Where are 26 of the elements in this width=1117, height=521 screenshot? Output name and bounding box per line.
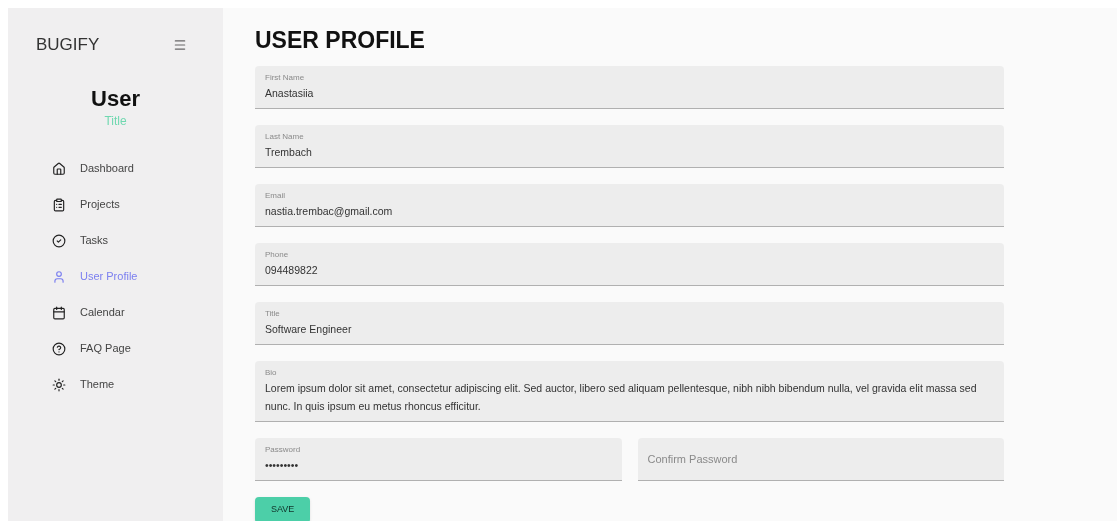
input-field[interactable]: Title Software Engineer [255, 302, 1004, 345]
user-name: User [91, 85, 140, 112]
input-field[interactable]: First Name Anastasiia [255, 66, 1004, 109]
page-title: USER PROFILE [255, 26, 426, 54]
sun-icon [52, 377, 66, 392]
check-circle-icon [52, 233, 66, 248]
input-field[interactable]: Password ••••••••• [255, 438, 622, 481]
help-icon [52, 341, 66, 356]
brand-logo: BUGIFY [36, 34, 100, 56]
sidebar-item[interactable]: Calendar [52, 301, 223, 324]
input-field[interactable]: Email nastia.trembac@gmail.com [255, 184, 1004, 227]
sidebar-item[interactable]: Dashboard [52, 157, 223, 180]
sidebar-item[interactable]: Tasks [52, 229, 223, 252]
clipboard-icon [52, 197, 66, 212]
menu-icon[interactable] [173, 37, 187, 52]
user-title: Title [104, 112, 127, 130]
input-field[interactable]: Bio Lorem ipsum dolor sit amet, consectetur adipiscing elit. Sed auctor, libero sed aliquam pellentesque, nibh nibh bibendum nulla, vel gravida elit massa sed nunc. In quis ipsum eu metus rhoncus efficitur. [255, 361, 1004, 422]
save-button[interactable]: SAVE [255, 497, 311, 521]
sidebar-item[interactable]: Projects [52, 193, 223, 216]
input-field[interactable]: Last Name Trembach [255, 125, 1004, 168]
person-icon [52, 269, 66, 284]
sidebar-item[interactable]: FAQ Page [52, 337, 223, 360]
home-icon [52, 161, 66, 176]
input-field[interactable]: Phone 094489822 [255, 243, 1004, 286]
sidebar-item[interactable]: Theme [52, 373, 223, 396]
calendar-icon [52, 305, 66, 320]
